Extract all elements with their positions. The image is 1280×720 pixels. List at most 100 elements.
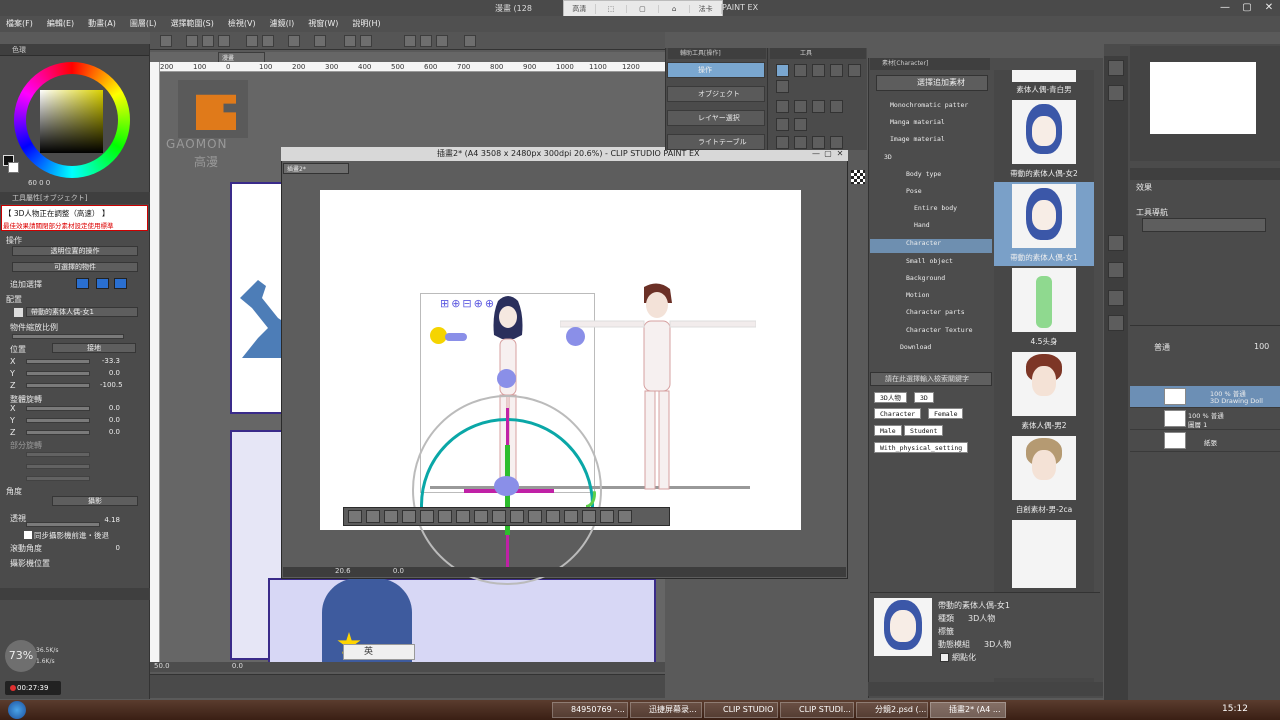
camera-pan-icon[interactable] [402,510,416,523]
taskbar-app[interactable]: CLIP STUDIO [704,702,778,718]
tree-item[interactable]: 3D [870,153,992,167]
transparent-op-select[interactable]: 透明位置的操作 [12,246,138,256]
transform-icon[interactable] [288,35,300,47]
rot-x-slider[interactable] [26,406,90,411]
menu-help[interactable]: 說明(H) [352,16,380,32]
tree-item[interactable]: Body type [870,170,992,184]
operation-tool-icon[interactable] [776,64,789,77]
recorder-window-icon[interactable]: ▢ [627,5,659,13]
tree-item[interactable]: Download [870,343,992,357]
menu-file[interactable]: 檔案(F) [6,16,33,32]
taskbar-clock[interactable]: 15:12 [1222,704,1248,714]
tool-property-tab[interactable]: 工具屬性[オブジェクト] [0,192,150,204]
camera-rotate-icon[interactable] [384,510,398,523]
eyedropper-tool-icon[interactable] [776,80,789,93]
brush-tool-icon[interactable] [812,100,825,113]
start-button[interactable] [8,701,26,719]
redo-icon[interactable] [262,35,274,47]
clip-studio-icon[interactable] [160,35,172,47]
save-icon[interactable] [218,35,230,47]
pos-y-slider[interactable] [26,371,90,376]
text-tool-icon[interactable] [794,136,807,149]
material-thumbnail[interactable] [1012,70,1076,82]
tree-item[interactable]: Monochromatic patter [870,101,992,115]
recorder-quality[interactable]: 高清 [564,4,596,14]
ground-button[interactable]: 接地 [52,343,136,353]
menu-window[interactable]: 視窗(W) [308,16,338,32]
tree-item[interactable]: Pose [870,187,992,201]
search-layer-icon[interactable] [1108,262,1124,278]
detail-checkbox[interactable] [940,653,949,662]
camera-button[interactable]: 攝影 [52,496,138,506]
tool-tab[interactable]: 工具 [770,48,866,59]
tree-item[interactable]: Manga material [870,118,992,132]
help-icon[interactable] [464,35,476,47]
reset-icon[interactable] [492,510,506,523]
bottom-left-tab[interactable] [0,588,150,600]
tree-item[interactable]: Background [870,274,992,288]
rot-z-slider[interactable] [26,430,90,435]
snap-ruler-icon[interactable] [404,35,416,47]
lock-icon[interactable] [510,510,524,523]
layer-opacity[interactable]: 100 [1254,342,1269,351]
tree-item[interactable]: Character parts [870,308,992,322]
ime-bar[interactable]: 英 [343,644,415,660]
navigator-preview[interactable] [1150,62,1256,134]
selectable-object-select[interactable]: 可選擇的物件 [12,262,138,272]
layer-row[interactable]: 100 % 普通 圖層 1 [1130,408,1280,430]
airbrush-tool-icon[interactable] [830,100,843,113]
sub-minimize-button[interactable]: — [810,149,822,159]
camera-zoom-icon[interactable] [420,510,434,523]
add-select-mode-icon[interactable] [96,278,109,289]
clear-icon[interactable] [314,35,326,47]
marquee-tool-icon[interactable] [830,64,843,77]
body-shape-icon[interactable] [456,510,470,523]
ground-icon[interactable] [474,510,488,523]
subtool-layer-select[interactable]: レイヤー選択 [667,110,765,126]
tree-item-selected[interactable]: Character [870,239,992,253]
navigator-icon[interactable] [1108,60,1124,76]
tag-chip[interactable]: Character [874,408,922,419]
menu-selection[interactable]: 選擇範圍(S) [171,16,214,32]
pencil-tool-icon[interactable] [794,100,807,113]
tree-item[interactable]: Small object [870,257,992,271]
menu-view[interactable]: 檢視(V) [228,16,256,32]
eraser-tool-icon[interactable] [794,118,807,131]
tag-chip[interactable]: With_physical_setting [874,442,969,453]
subtool-lighttable[interactable]: ライトテーブル [667,134,765,150]
add-select-icon[interactable] [76,278,89,289]
taskbar-app[interactable]: CLIP STUDI... [780,702,854,718]
snap-grid-icon[interactable] [420,35,432,47]
taskbar-app[interactable]: 迅捷屏幕录... [630,702,702,718]
subtool-operation[interactable]: 操作 [667,62,765,78]
taskbar-app[interactable]: 84950769 -... [552,702,628,718]
material-search-input[interactable]: 請在此選擇輸入檢索關鍵字 [870,372,992,386]
tag-chip[interactable]: Female [928,408,964,419]
recorder-region-icon[interactable]: ⬚ [596,5,628,13]
recorder-home-icon[interactable]: ⌂ [659,5,691,13]
tag-chip[interactable]: 3D [914,392,934,403]
ruler-tool-icon[interactable] [830,136,843,149]
hand-icon[interactable] [582,510,596,523]
parts-icon[interactable] [546,510,560,523]
register-icon[interactable] [564,510,578,523]
object-scale-slider[interactable] [12,334,124,339]
settings-icon[interactable] [618,510,632,523]
tree-item[interactable]: Character Texture [870,326,992,340]
layer-property-icon[interactable] [1108,235,1124,251]
open-icon[interactable] [202,35,214,47]
close-button[interactable]: ✕ [1258,0,1280,16]
menu-layer[interactable]: 圖層(L) [130,16,157,32]
joint-handle[interactable] [566,327,585,346]
figure-tool-icon[interactable] [776,136,789,149]
taskbar-app-active[interactable]: 插畫2* (A4 ... [930,702,1006,718]
sub-zoom[interactable]: 20.6 [335,567,351,575]
sub-document-tab[interactable]: 插畫2* [283,163,349,174]
tag-chip[interactable]: Male [874,425,902,436]
pen-tool-icon[interactable] [776,100,789,113]
history-icon[interactable] [1108,290,1124,306]
tool-nav-button[interactable] [1142,218,1266,232]
menu-filter[interactable]: 濾鏡(I) [270,16,295,32]
transparent-color-icon[interactable] [851,170,865,184]
pos-x-slider[interactable] [26,359,90,364]
